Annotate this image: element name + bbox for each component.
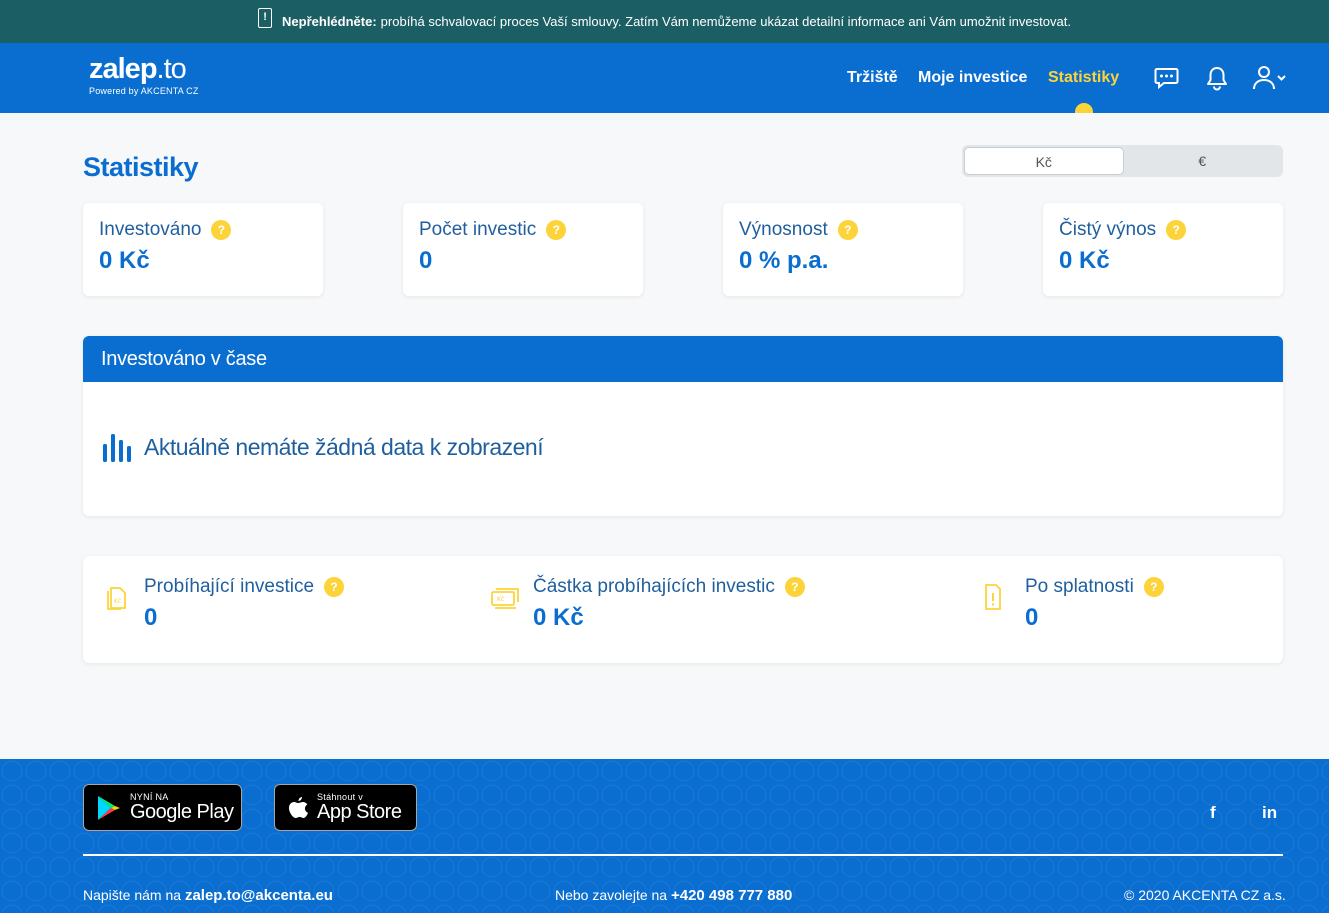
help-icon[interactable]: ?	[324, 577, 345, 597]
help-icon[interactable]: ?	[1143, 577, 1164, 597]
documents-icon: Kč	[107, 587, 126, 610]
logo-powered: Powered by AKCENTA CZ	[89, 86, 199, 96]
stat-card-count: Počet investic? 0	[403, 203, 643, 296]
logo-tail: .to	[156, 53, 187, 85]
banknotes-icon: Kč	[491, 588, 519, 609]
bell-icon[interactable]	[1206, 65, 1228, 96]
footer: NYNÍ NA Google Play Stáhnout v App Store…	[0, 759, 1329, 913]
currency-option-czk[interactable]: Kč	[964, 147, 1124, 175]
google-play-big: Google Play	[130, 800, 234, 823]
google-play-badge[interactable]: NYNÍ NA Google Play	[83, 784, 242, 831]
empty-state: Aktuálně nemáte žádná data k zobrazení	[102, 432, 544, 462]
footer-email: Napište nám na zalep.to@akcenta.eu	[83, 887, 333, 904]
approval-notice: ! Nepřehlédněte: probíhá schvalovací pro…	[0, 0, 1329, 43]
stat-label: Počet investic	[419, 219, 537, 240]
document-alert-icon	[985, 584, 1001, 610]
app-store-big: App Store	[317, 800, 402, 823]
stat-card-yield: Výnosnost? 0 % p.a.	[723, 203, 963, 296]
bottom-stat-value: 0	[1025, 604, 1039, 631]
bottom-stat-running: Kč Probíhající investice? 0	[107, 576, 345, 632]
help-icon[interactable]: ?	[837, 220, 858, 240]
empty-state-text: Aktuálně nemáte žádná data k zobrazení	[144, 433, 544, 460]
stat-card-net-return: Čistý výnos? 0 Kč	[1043, 203, 1283, 296]
stat-value: 0 Kč	[99, 247, 150, 274]
help-icon[interactable]: ?	[784, 577, 805, 597]
nav-item-my-investments[interactable]: Moje investice	[918, 69, 1027, 87]
app-store-badge[interactable]: Stáhnout v App Store	[274, 784, 417, 831]
bar-chart-icon	[103, 434, 131, 462]
google-play-icon	[98, 795, 120, 820]
bottom-stat-overdue: Po splatnosti? 0	[985, 576, 1164, 632]
running-investments-card: Kč Probíhající investice? 0 Kč Částka pr…	[83, 556, 1283, 663]
notice-text: probíhá schvalovací proces Vaší smlouvy.…	[380, 14, 1071, 29]
panel-title: Investováno v čase	[83, 336, 1283, 382]
facebook-icon[interactable]: f	[1210, 803, 1216, 823]
bottom-stat-amount: Kč Částka probíhajících investic? 0 Kč	[491, 576, 805, 632]
bottom-stat-label: Po splatnosti	[1025, 576, 1134, 597]
top-navbar: zalep.to Powered by AKCENTA CZ	[0, 43, 1329, 113]
chat-icon[interactable]	[1154, 66, 1179, 95]
logo-main: zalep	[89, 53, 158, 85]
linkedin-icon[interactable]: in	[1262, 803, 1277, 823]
notice-strong: Nepřehlédněte:	[282, 14, 377, 29]
footer-email-prefix: Napište nám na	[83, 887, 182, 903]
help-icon[interactable]: ?	[546, 220, 567, 240]
invested-over-time-panel: Investováno v čase Aktuálně nemáte žádná…	[83, 336, 1283, 516]
stat-label: Investováno	[99, 219, 202, 240]
stat-label: Čistý výnos	[1059, 219, 1157, 240]
page-title: Statistiky	[83, 152, 199, 182]
stat-value: 0 % p.a.	[739, 247, 829, 274]
bottom-stat-value: 0	[144, 604, 158, 631]
help-icon[interactable]: ?	[1166, 220, 1187, 240]
bottom-stat-value: 0 Kč	[533, 604, 584, 631]
footer-phone-prefix: Nebo zavolejte na	[555, 887, 668, 903]
stat-label: Výnosnost	[739, 219, 828, 240]
nav-item-statistics[interactable]: Statistiky	[1048, 69, 1119, 87]
document-alert-icon: !	[258, 7, 273, 28]
stat-value: 0 Kč	[1059, 247, 1110, 274]
currency-switch[interactable]: Kč €	[962, 145, 1283, 177]
footer-phone: Nebo zavolejte na +420 498 777 880	[555, 887, 792, 904]
nav-item-marketplace[interactable]: Tržiště	[847, 69, 898, 87]
footer-copyright: © 2020 AKCENTA CZ a.s.	[1124, 887, 1286, 903]
bottom-stat-label: Probíhající investice	[144, 576, 315, 597]
footer-email-link[interactable]: zalep.to@akcenta.eu	[185, 887, 333, 904]
footer-divider	[83, 854, 1283, 856]
help-icon[interactable]: ?	[211, 220, 232, 240]
footer-phone-link[interactable]: +420 498 777 880	[671, 887, 792, 904]
svg-text:Kč: Kč	[497, 596, 504, 603]
logo[interactable]: zalep.to Powered by AKCENTA CZ	[89, 53, 199, 96]
currency-option-eur[interactable]: €	[1124, 147, 1282, 175]
stat-value: 0	[419, 247, 433, 274]
svg-text:Kč: Kč	[114, 598, 121, 605]
stat-card-invested: Investováno? 0 Kč	[83, 203, 323, 296]
user-menu-icon[interactable]	[1252, 64, 1288, 97]
bottom-stat-label: Částka probíhajících investic	[533, 576, 775, 597]
apple-icon	[289, 796, 308, 818]
